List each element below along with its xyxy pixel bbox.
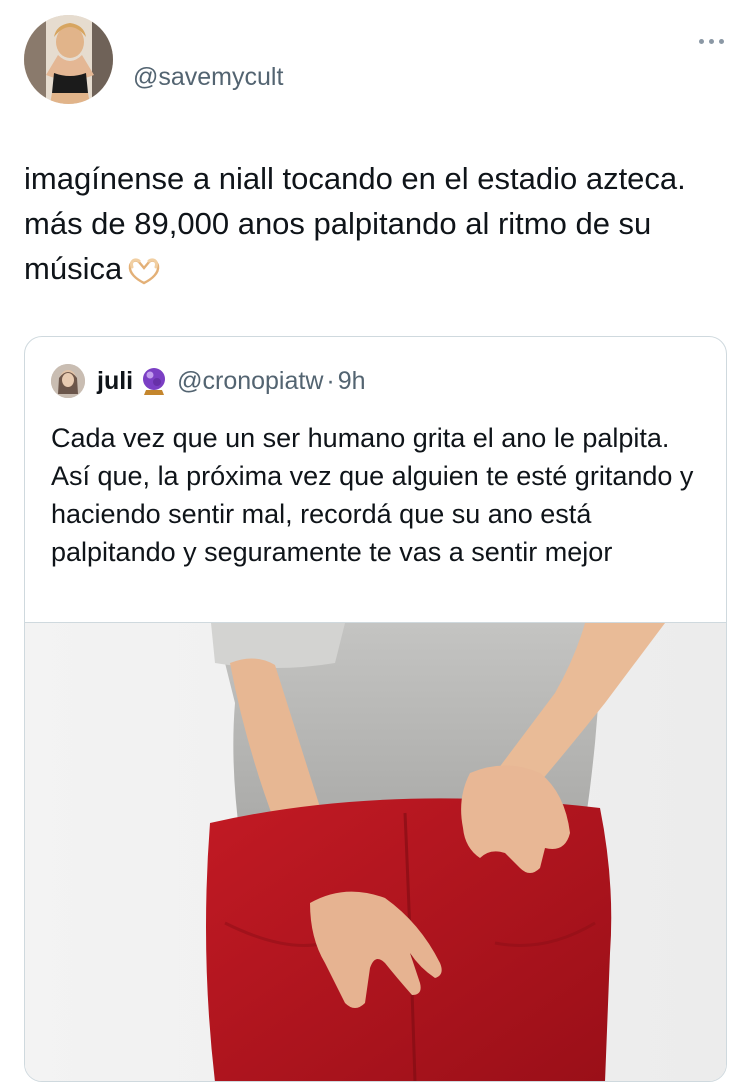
more-dot-icon xyxy=(698,38,704,44)
quoted-tweet-media[interactable] xyxy=(25,622,726,1081)
profile-avatar[interactable] xyxy=(24,15,113,104)
meta-separator: · xyxy=(326,367,335,395)
tweet-body: imagínense a niall tocando en el estadio… xyxy=(24,161,686,286)
photo-person-red-pants-icon xyxy=(25,623,726,1081)
quoted-tweet-header: juli @cronopiatw · 9h xyxy=(51,363,366,399)
quoted-author-avatar[interactable] xyxy=(51,364,85,398)
quoted-author-name[interactable]: juli xyxy=(97,366,133,396)
quoted-avatar-photo-icon xyxy=(51,364,85,398)
tweet-text: imagínense a niall tocando en el estadio… xyxy=(24,156,704,291)
heart-hands-icon xyxy=(128,258,160,285)
quoted-tweet-card[interactable]: juli @cronopiatw · 9h Cada vez que un se… xyxy=(24,336,727,1082)
quoted-author-handle[interactable]: @cronopiatw xyxy=(177,366,323,396)
author-handle[interactable]: @savemycult xyxy=(133,62,283,92)
quoted-tweet-time[interactable]: 9h xyxy=(338,366,366,396)
more-options-button[interactable] xyxy=(694,31,728,51)
more-dot-icon xyxy=(718,38,724,44)
crystal-ball-icon xyxy=(143,368,166,395)
quoted-tweet-text: Cada vez que un ser humano grita el ano … xyxy=(51,423,694,567)
more-dot-icon xyxy=(708,38,714,44)
avatar-photo-icon xyxy=(24,15,113,104)
